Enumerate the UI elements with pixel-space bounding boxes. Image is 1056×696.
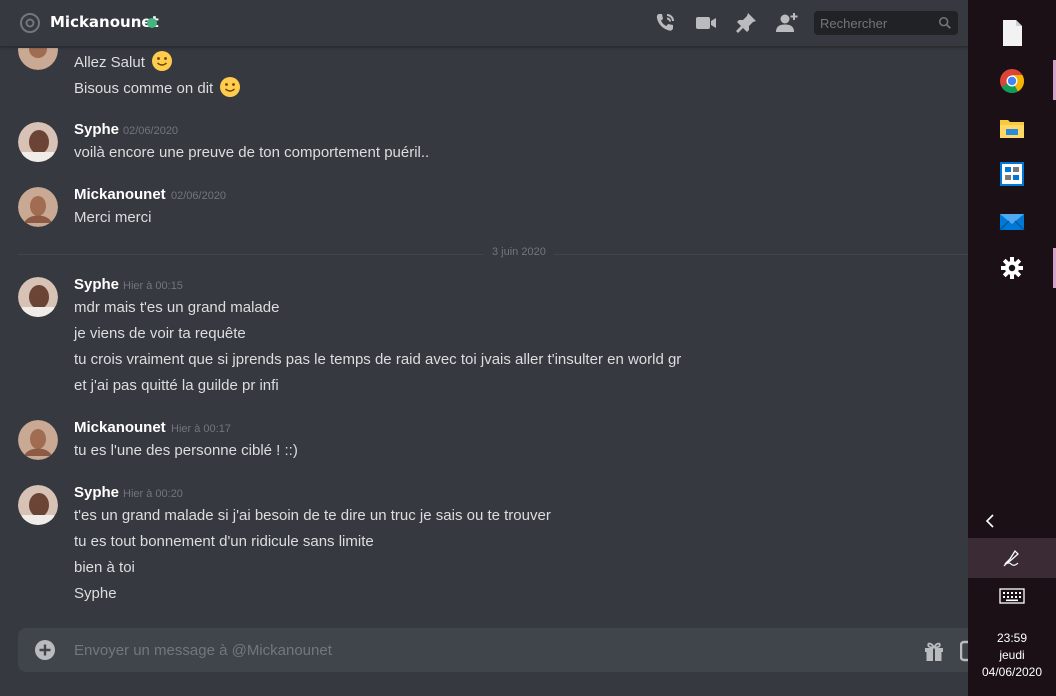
message-text: Allez Salut [74, 50, 173, 72]
chrome-icon[interactable] [996, 65, 1028, 97]
add-friend-to-dm-icon[interactable] [775, 11, 799, 35]
recipient-name: Mickanounet [50, 13, 159, 31]
settings-icon[interactable] [996, 252, 1028, 284]
message-text: bien à toi [74, 559, 135, 576]
video-call-icon[interactable] [694, 11, 718, 35]
message-timestamp: 02/06/2020 [123, 125, 179, 137]
message-list[interactable]: Allez Salut Bisous comme on dit Syphe 02… [0, 48, 968, 620]
mail-icon[interactable] [996, 205, 1028, 237]
message-text: tu es tout bonnement d'un ridicule sans … [74, 533, 374, 550]
author-name[interactable]: Mickanounet [74, 419, 166, 436]
attach-plus-icon[interactable] [34, 639, 56, 661]
voice-call-icon[interactable] [653, 11, 677, 35]
pin-icon[interactable] [734, 11, 758, 35]
author-name[interactable]: Syphe [74, 276, 119, 293]
clock-date: 04/06/2020 [981, 665, 1043, 679]
message-timestamp: Hier à 00:17 [171, 423, 231, 435]
avatar[interactable] [18, 122, 58, 162]
message-text: t'es un grand malade si j'ai besoin de t… [74, 507, 551, 524]
slightly-smiling-face-icon [220, 77, 241, 97]
message-text: tu es l'une des personne ciblé ! ::) [74, 442, 298, 459]
file-explorer-icon[interactable] [996, 112, 1028, 144]
avatar[interactable] [18, 187, 58, 227]
chevron-left-icon[interactable] [980, 510, 1000, 532]
search-box[interactable] [814, 11, 958, 35]
gif-picker-icon[interactable] [960, 639, 968, 663]
at-sign-icon [20, 13, 40, 33]
avatar[interactable] [18, 277, 58, 317]
windows-taskbar: 23:59 jeudi 04/06/2020 [968, 0, 1056, 696]
message-text: mdr mais t'es un grand malade [74, 299, 280, 316]
message-text: tu crois vraiment que si jprends pas le … [74, 351, 682, 368]
message-timestamp: 02/06/2020 [171, 190, 227, 202]
author-name[interactable]: Syphe [74, 121, 119, 138]
clock-time: 23:59 [996, 631, 1028, 645]
dm-chat-window: Mickanounet Rechercher Allez Salut Bisou… [0, 0, 968, 696]
avatar[interactable] [18, 48, 58, 70]
online-status-dot [147, 18, 157, 28]
search-icon [938, 16, 951, 29]
search-input[interactable] [814, 11, 932, 35]
message-text: et j'ai pas quitté la guilde pr infi [74, 377, 279, 394]
message-timestamp: Hier à 00:15 [123, 280, 183, 292]
message-timestamp: Hier à 00:20 [123, 488, 183, 500]
message-text: Bisous comme on dit [74, 76, 241, 98]
message-text: Syphe [74, 585, 117, 602]
date-divider-label: 3 juin 2020 [484, 246, 554, 258]
message-text: voilà encore une preuve de ton comportem… [74, 144, 430, 161]
clock-day: jeudi [999, 648, 1025, 662]
touch-keyboard-icon[interactable] [999, 587, 1025, 605]
channel-header: Mickanounet [0, 0, 968, 47]
pen-icon [1003, 549, 1019, 567]
file-icon[interactable] [996, 17, 1028, 49]
message-composer [18, 628, 968, 672]
gift-icon[interactable] [922, 639, 946, 663]
system-clock[interactable]: 23:59 jeudi 04/06/2020 [968, 630, 1056, 681]
photo-app-icon[interactable] [996, 158, 1028, 190]
avatar[interactable] [18, 485, 58, 525]
author-name[interactable]: Mickanounet [74, 186, 166, 203]
author-name[interactable]: Syphe [74, 484, 119, 501]
message-input[interactable] [74, 628, 854, 672]
avatar[interactable] [18, 420, 58, 460]
message-text: Merci merci [74, 209, 152, 226]
slightly-smiling-face-icon [152, 51, 173, 71]
message-text: je viens de voir ta requête [74, 325, 246, 342]
